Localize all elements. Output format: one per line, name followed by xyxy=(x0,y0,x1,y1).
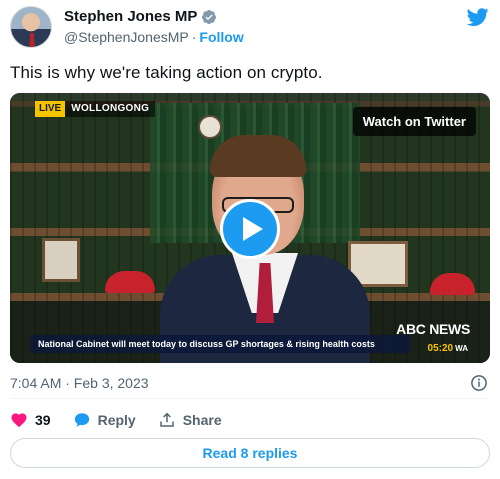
broadcast-time-value: 05:20 xyxy=(427,343,454,354)
news-ticker: National Cabinet will meet today to disc… xyxy=(30,335,410,353)
like-count: 39 xyxy=(35,412,51,428)
divider xyxy=(10,398,490,399)
tweet-timestamp[interactable]: 7:04 AM · Feb 3, 2023 xyxy=(10,375,149,391)
play-icon xyxy=(242,217,263,241)
avatar-tie xyxy=(29,33,35,47)
reply-button[interactable]: Reply xyxy=(73,411,136,429)
reply-label: Reply xyxy=(97,412,136,428)
handle[interactable]: @StephenJonesMP xyxy=(64,29,189,45)
video-photo-frame xyxy=(42,238,80,282)
follow-link[interactable]: Follow xyxy=(199,29,243,45)
tweet-embed: Stephen Jones MP @StephenJonesMP · Follo… xyxy=(0,0,500,479)
read-replies-button[interactable]: Read 8 replies xyxy=(10,438,490,468)
live-badge: LIVE WOLLONGONG xyxy=(35,101,156,117)
tweet-header: Stephen Jones MP @StephenJonesMP · Follo… xyxy=(10,6,490,50)
reply-icon xyxy=(74,413,89,427)
like-button[interactable]: 39 xyxy=(10,411,51,429)
avatar[interactable] xyxy=(10,6,52,48)
broadcast-timezone: WA xyxy=(455,344,468,353)
share-icon xyxy=(159,412,174,427)
verified-icon xyxy=(202,9,217,24)
live-tag: LIVE xyxy=(35,101,66,117)
display-name[interactable]: Stephen Jones MP xyxy=(64,8,197,25)
broadcast-time: 05:20 WA xyxy=(428,343,468,354)
video-player[interactable]: LIVE WOLLONGONG Watch on Twitter Nationa… xyxy=(10,93,490,363)
separator: · xyxy=(191,29,197,45)
video-red-cap xyxy=(105,271,155,293)
info-icon[interactable] xyxy=(470,374,488,392)
watch-on-twitter-button[interactable]: Watch on Twitter xyxy=(352,107,476,136)
share-label: Share xyxy=(182,412,222,428)
twitter-bird-icon[interactable] xyxy=(466,6,490,28)
share-button[interactable]: Share xyxy=(158,411,222,429)
tweet-text: This is why we're taking action on crypt… xyxy=(10,63,323,82)
heart-icon xyxy=(11,413,27,428)
handle-row: @StephenJonesMP · Follow xyxy=(64,29,244,45)
name-row: Stephen Jones MP xyxy=(64,8,217,25)
live-location: WOLLONGONG xyxy=(65,101,156,117)
speaker-hair xyxy=(210,135,306,177)
network-logo: ABC NEWS xyxy=(396,321,470,337)
play-button[interactable] xyxy=(220,199,280,259)
action-bar: 39 Reply Share xyxy=(10,410,222,430)
